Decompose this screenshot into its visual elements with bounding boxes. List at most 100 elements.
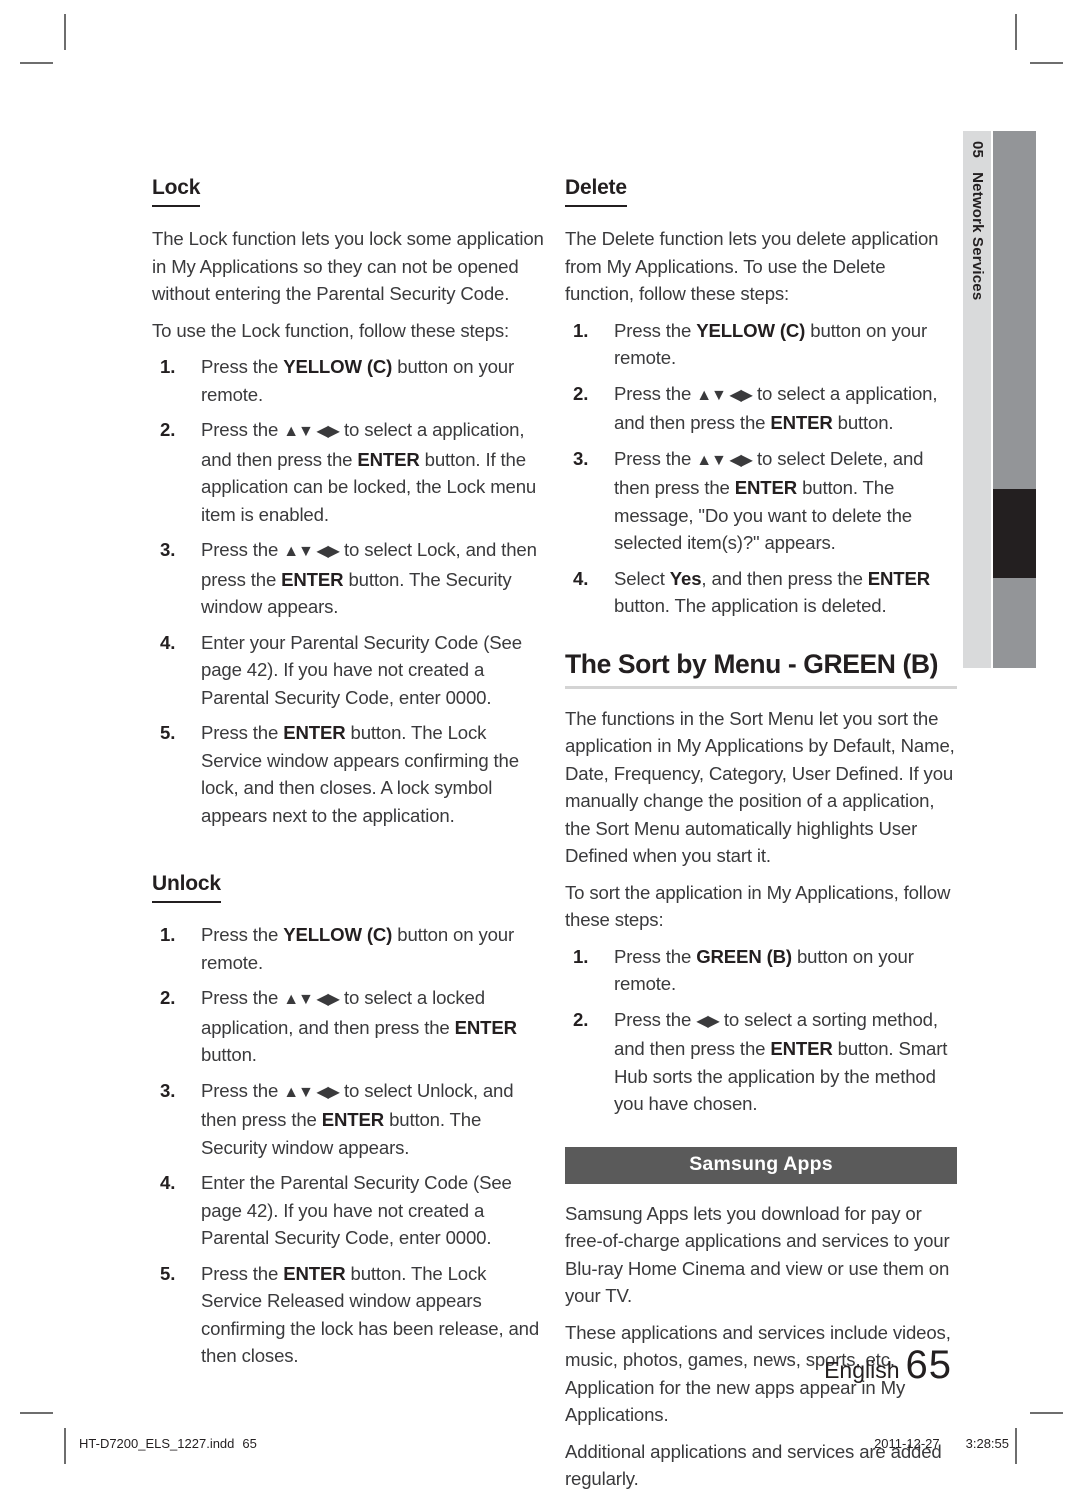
samsung-apps-banner: Samsung Apps (565, 1146, 957, 1184)
spacer-before-unlock (152, 838, 544, 872)
step-emphasis: ENTER (454, 1016, 517, 1038)
step-text: Press the (201, 419, 284, 440)
step-number: 1. (573, 945, 589, 967)
step-number: 3. (573, 447, 589, 469)
step-number: 2. (573, 1008, 589, 1030)
step-item: 3. Press the ▲▼ ◀▶ to select Lock, and th… (152, 536, 544, 621)
direction-arrows-icon: ▲▼ ◀▶ (696, 386, 753, 404)
section-lock-heading: Lock (152, 176, 200, 207)
step-text: Press the (201, 539, 284, 560)
step-item: 2. Press the ▲▼ ◀▶ to select a applicatio… (152, 416, 544, 528)
chapter-tab-bar (993, 131, 1036, 668)
step-item: 4. Enter the Parental Security Code (See … (152, 1169, 544, 1252)
step-emphasis: YELLOW (C) (696, 319, 806, 341)
page-number-block: English 65 (0, 1343, 952, 1388)
section-sort-by-menu-heading: The Sort by Menu - GREEN (B) (565, 649, 957, 689)
step-number: 2. (573, 382, 589, 404)
print-footer-time: 3:28:55 (965, 1436, 1009, 1451)
step-text: , and then press the (701, 567, 868, 589)
step-emphasis: GREEN (B) (696, 945, 792, 967)
direction-arrows-icon: ▲▼ ◀▶ (283, 423, 340, 440)
sort-menu-steps-list: 1. Press the GREEN (B) button on your rem… (565, 943, 957, 1118)
direction-arrows-icon: ▲▼ ◀▶ (283, 1083, 340, 1101)
print-footer-filename: HT-D7200_ELS_1227.indd (79, 1436, 235, 1451)
step-item: 3. Press the ▲▼ ◀▶ to select Unlock, and … (152, 1077, 544, 1162)
direction-arrows-icon: ▲▼ ◀▶ (283, 543, 340, 560)
step-text: button. (832, 412, 894, 433)
step-emphasis: ENTER (770, 412, 833, 433)
step-item: 1. Press the YELLOW (C) button on your re… (152, 921, 544, 976)
step-emphasis: ENTER (357, 448, 420, 470)
unlock-steps-list: 1. Press the YELLOW (C) button on your re… (152, 921, 544, 1370)
lock-steps-list: 1. Press the YELLOW (C) button on your re… (152, 353, 544, 829)
step-item: 2. Press the ▲▼ ◀▶ to select a locked app… (152, 984, 544, 1069)
section-delete-heading: Delete (565, 176, 627, 207)
step-text: button. The application is deleted. (614, 595, 887, 616)
step-emphasis: ENTER (770, 1038, 833, 1059)
step-text: Press the (614, 382, 697, 404)
delete-steps-list: 1. Press the YELLOW (C) button on your re… (565, 317, 957, 620)
chapter-tab-bar-active-segment (993, 489, 1036, 578)
lock-intro-paragraph: The Lock function lets you lock some app… (152, 228, 544, 304)
step-number: 3. (160, 539, 176, 560)
direction-arrows-icon: ◀▶ (696, 1012, 720, 1030)
step-text: Enter your Parental Security Code (See p… (201, 631, 522, 708)
manual-page: 05 Network Services Lock The Lock functio… (0, 0, 1080, 1489)
step-number: 2. (160, 419, 176, 440)
step-item: 1. Press the YELLOW (C) button on your re… (152, 353, 544, 408)
step-text: Press the (614, 319, 697, 341)
spacer-before-sort-menu (565, 629, 957, 649)
step-text: Press the (614, 1008, 697, 1030)
sort-menu-lead-paragraph: To sort the application in My Applicatio… (565, 881, 951, 931)
step-item: 2. Press the ◀▶ to select a sorting metho… (565, 1006, 957, 1118)
step-emphasis: ENTER (734, 477, 798, 498)
step-number: 1. (160, 924, 176, 945)
section-delete-heading-wrap: Delete (565, 176, 957, 211)
chapter-tab-label: 05 Network Services (963, 131, 991, 668)
step-number: 2. (160, 987, 176, 1008)
step-number: 1. (160, 356, 176, 377)
direction-arrows-icon: ▲▼ ◀▶ (696, 451, 753, 469)
step-number: 5. (160, 722, 176, 743)
step-number: 4. (160, 1172, 176, 1193)
page-language-label: English (824, 1357, 900, 1383)
step-emphasis: ENTER (283, 1262, 346, 1284)
direction-arrows-icon: ▲▼ ◀▶ (283, 991, 340, 1008)
step-text: Select (614, 567, 670, 589)
spacer-before-samsung-apps (565, 1127, 957, 1147)
step-emphasis: ENTER (281, 568, 344, 590)
step-number: 1. (573, 319, 589, 341)
lock-lead-paragraph: To use the Lock function, follow these s… (152, 319, 510, 341)
step-text: Press the (201, 1079, 284, 1101)
sort-menu-intro-paragraph: The functions in the Sort Menu let you s… (565, 707, 955, 867)
step-emphasis: Yes (669, 567, 702, 589)
print-footer-date: 2011-12-27 (874, 1436, 940, 1451)
step-text: Press the (201, 1262, 284, 1284)
step-item: 1. Press the YELLOW (C) button on your re… (565, 317, 957, 372)
step-number: 4. (160, 631, 176, 653)
right-column: Delete The Delete function lets you dele… (565, 176, 957, 1502)
chapter-title: Network Services (969, 172, 986, 301)
step-item: 4. Enter your Parental Security Code (See… (152, 629, 544, 712)
chapter-number: 05 (969, 141, 986, 159)
step-item: 2. Press the ▲▼ ◀▶ to select a applicatio… (565, 380, 957, 437)
page-number-value: 65 (905, 1343, 952, 1387)
step-text: Press the (201, 722, 284, 743)
step-text: Enter the Parental Security Code (See pa… (201, 1172, 512, 1248)
print-footer-left: HT-D7200_ELS_1227.indd 65 (79, 1436, 265, 1451)
step-text: button. (201, 1044, 257, 1065)
step-number: 4. (573, 567, 589, 589)
delete-intro-paragraph: The Delete function lets you delete appl… (565, 228, 939, 304)
step-text: Press the (201, 924, 284, 945)
step-emphasis: YELLOW (C) (283, 356, 393, 377)
step-text: Press the (614, 945, 697, 967)
chapter-tab-strip: 05 Network Services (963, 131, 991, 668)
step-emphasis: ENTER (321, 1109, 385, 1130)
step-emphasis: YELLOW (C) (283, 924, 393, 945)
section-unlock-heading-wrap: Unlock (152, 872, 544, 907)
body-paragraph: Samsung Apps lets you download for pay o… (565, 1202, 950, 1307)
print-footer-right: 2011-12-27 3:28:55 (848, 1436, 1009, 1451)
step-text: Press the (201, 356, 284, 377)
step-text: Press the (614, 447, 697, 469)
step-item: 4. Select Yes, and then press the ENTER b… (565, 565, 957, 620)
